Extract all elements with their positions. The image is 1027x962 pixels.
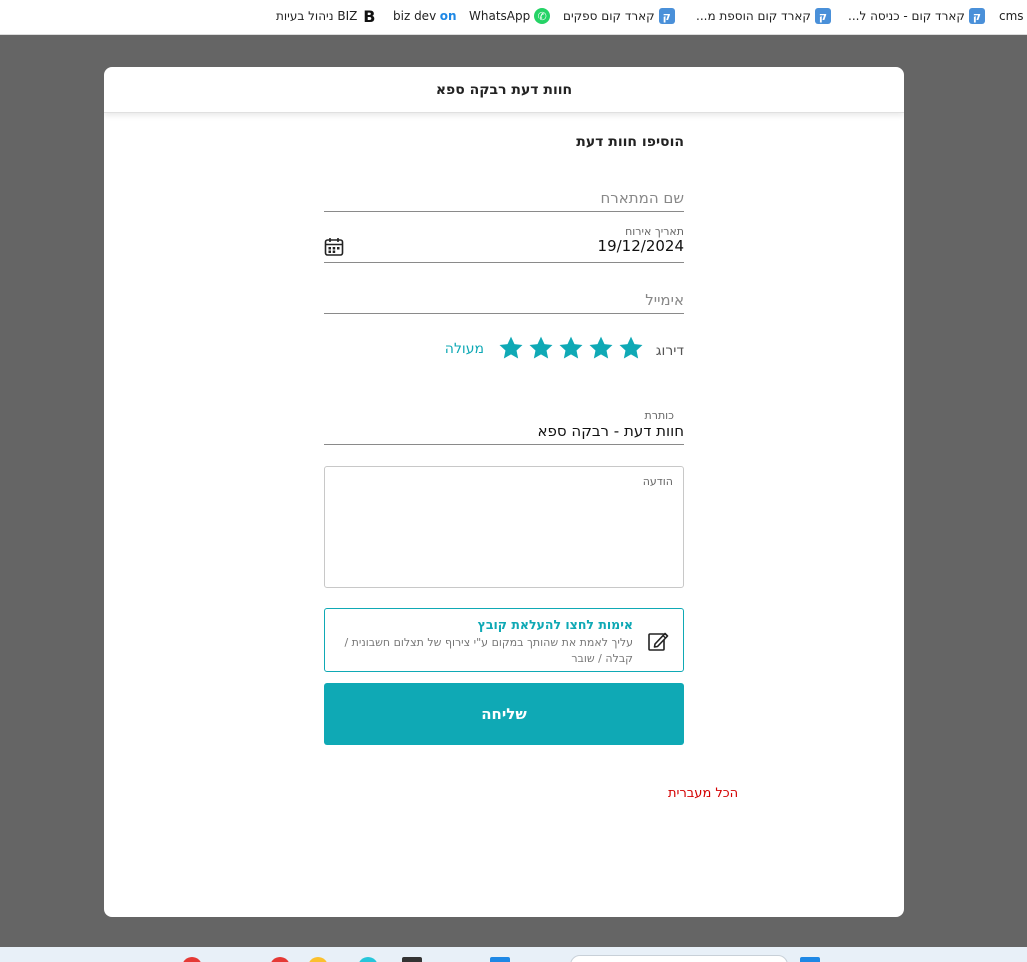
date-value: 19/12/2024	[597, 237, 684, 255]
section-title: הוסיפו חוות דעת	[576, 134, 684, 150]
upload-verification-button[interactable]: אימות לחצו להעלאת קובץ עליך לאמת את שהות…	[324, 608, 684, 672]
date-field[interactable]: תאריך אירוח 19/12/2024	[324, 225, 684, 263]
star-1-icon[interactable]	[498, 335, 524, 361]
app-icon[interactable]	[358, 957, 378, 962]
bookmark-label: קארד קום ספקים	[563, 9, 655, 23]
on-icon: on	[439, 9, 457, 23]
bookmark-label: ניהול בעיות BIZ	[276, 9, 358, 23]
bookmark-label: קארד קום - כניסה ל...	[848, 9, 965, 23]
title-label: כותרת	[644, 409, 674, 422]
whatsapp-icon: ✆	[534, 8, 551, 24]
chrome-icon[interactable]	[182, 957, 202, 962]
edit-icon	[648, 632, 669, 651]
title-field[interactable]: כותרת חוות דעת - רבקה ספא	[324, 409, 684, 445]
bookmark-biz-dev[interactable]: biz dev on	[393, 7, 457, 25]
star-5-icon[interactable]	[618, 335, 644, 361]
bookmark-biz-issues[interactable]: ניהול בעיות BIZ B	[276, 6, 377, 26]
modal-header: חוות דעת רבקה ספא	[104, 67, 904, 113]
star-4-icon[interactable]	[588, 335, 614, 361]
search-input[interactable]	[570, 955, 788, 962]
star-2-icon[interactable]	[528, 335, 554, 361]
rating-label: דירוג	[655, 343, 684, 359]
taskbar	[0, 947, 1027, 962]
upload-description: עליך לאמת את שהותך במקום ע"י צירוף של תצ…	[344, 636, 633, 665]
b-icon: B	[363, 6, 376, 26]
rating-stars	[498, 335, 644, 361]
name-input[interactable]	[324, 182, 684, 210]
bookmark-cardcom-suppliers[interactable]: קארד קום ספקים ק	[563, 7, 675, 25]
language-link[interactable]: הכל מעברית	[668, 786, 738, 801]
bookmark-whatsapp[interactable]: WhatsApp ✆	[469, 7, 551, 25]
message-field[interactable]: הודעה	[324, 466, 684, 588]
bookmarks-bar: cms B קארד קום - כניסה ל... ק קארד קום ה…	[0, 0, 1027, 35]
bookmark-label: cms B	[999, 9, 1027, 23]
title-value: חוות דעת - רבקה ספא	[537, 422, 684, 440]
app-icon[interactable]	[490, 957, 510, 962]
email-field[interactable]	[324, 284, 684, 314]
message-label: הודעה	[642, 475, 673, 488]
folder-icon[interactable]	[308, 957, 328, 962]
star-3-icon[interactable]	[558, 335, 584, 361]
windows-icon[interactable]	[800, 957, 820, 962]
bookmark-label: קארד קום הוספת מ...	[696, 9, 811, 23]
review-modal: חוות דעת רבקה ספא הוסיפו חוות דעת תאריך …	[104, 67, 904, 917]
bookmark-label: WhatsApp	[469, 9, 531, 23]
message-textarea[interactable]	[325, 491, 683, 587]
rating-row: דירוג מעולה	[324, 335, 684, 365]
terminal-icon[interactable]	[402, 957, 422, 962]
bookmark-cardcom-login[interactable]: קארד קום - כניסה ל... ק	[848, 7, 985, 25]
email-input[interactable]	[324, 284, 684, 312]
cardcom-icon: ק	[658, 8, 675, 24]
upload-title: אימות לחצו להעלאת קובץ	[477, 617, 633, 632]
modal-title: חוות דעת רבקה ספא	[435, 81, 573, 98]
calendar-icon[interactable]	[324, 237, 344, 257]
cardcom-icon: ק	[968, 8, 985, 24]
app-icon[interactable]	[270, 957, 290, 962]
cardcom-icon: ק	[814, 8, 831, 24]
bookmark-cms[interactable]: cms B	[999, 7, 1027, 25]
submit-button[interactable]: שליחה	[324, 683, 684, 745]
name-field[interactable]	[324, 182, 684, 212]
rating-text: מעולה	[444, 341, 484, 357]
bookmark-cardcom-add[interactable]: קארד קום הוספת מ... ק	[696, 7, 831, 25]
bookmark-label: biz dev	[393, 9, 437, 23]
